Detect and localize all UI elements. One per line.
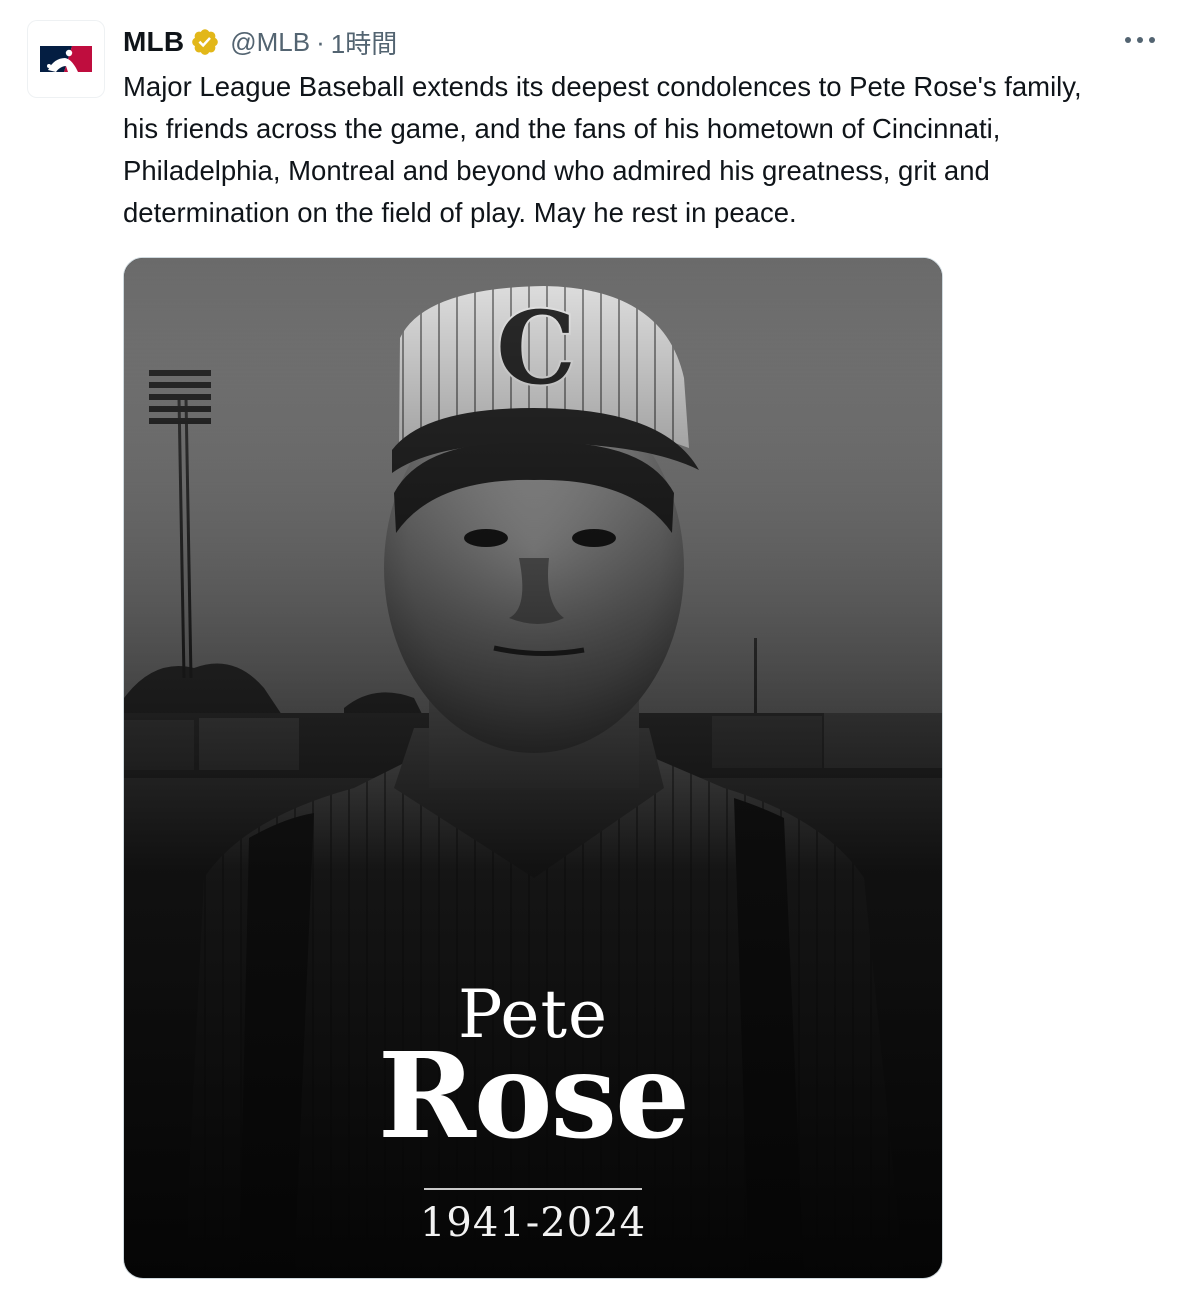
separator-dot: · [316, 26, 325, 57]
tweet-header: MLB @MLB · 1時間 [123, 22, 397, 62]
divider-line [424, 1188, 642, 1190]
last-name: Rose [377, 1026, 690, 1165]
life-years: 1941-2024 [419, 1200, 647, 1246]
tweet-text: Major League Baseball extends its deepes… [123, 71, 1082, 228]
avatar[interactable] [27, 20, 105, 98]
more-options-button[interactable] [1120, 28, 1160, 52]
more-horizontal-icon [1125, 37, 1155, 43]
verified-badge-icon[interactable] [190, 27, 220, 57]
tweet-media-image[interactable]: C Pete Rose 1941-2024 [123, 257, 943, 1279]
display-name[interactable]: MLB [123, 26, 184, 58]
handle[interactable]: @MLB [230, 27, 310, 58]
mlb-logo-icon [40, 46, 92, 72]
tweet[interactable]: MLB @MLB · 1時間 Major League Baseball ext… [0, 0, 1188, 1299]
timestamp[interactable]: 1時間 [331, 24, 397, 61]
